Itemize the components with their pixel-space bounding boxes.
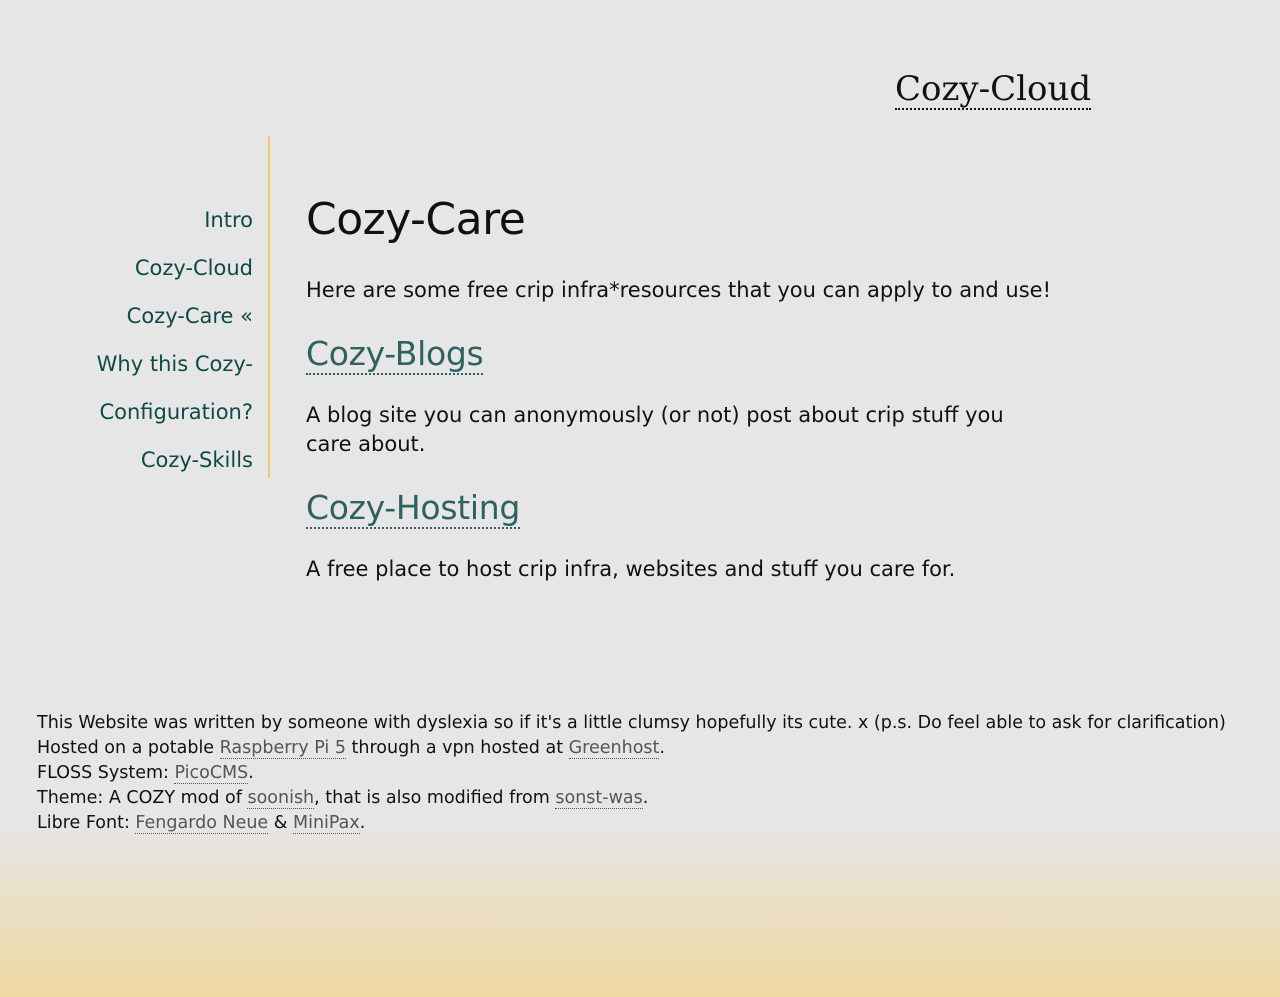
footer-theme-prefix: Theme: A COZY mod of — [37, 788, 248, 808]
site-title-link[interactable]: Cozy-Cloud — [895, 70, 1092, 110]
section-text-cozy-blogs: A blog site you can anonymously (or not)… — [306, 403, 1004, 456]
footer-hosting-suffix: . — [659, 738, 665, 758]
sidebar-list: Intro Cozy-Cloud Cozy-Care « Why this Co… — [0, 136, 268, 484]
section-heading-cozy-hosting: Cozy-Hosting — [306, 487, 1046, 529]
sidebar-nav: Intro Cozy-Cloud Cozy-Care « Why this Co… — [0, 136, 270, 478]
footer-font-middle: & — [268, 813, 293, 833]
footer-font-line: Libre Font: Fengardo Neue & MiniPax. — [37, 811, 1257, 836]
footer-theme-suffix: . — [642, 788, 649, 808]
footer-font-suffix: . — [359, 813, 366, 833]
picocms-link[interactable]: PicoCMS — [174, 763, 249, 784]
section-text-cozy-hosting: A free place to host crip infra, website… — [306, 557, 956, 581]
sidebar-item-cozy-skills[interactable]: Cozy-Skills — [0, 436, 253, 484]
footer-dyslexia-note: This Website was written by someone with… — [37, 713, 1226, 733]
cozy-hosting-link[interactable]: Cozy-Hosting — [306, 488, 520, 529]
footer-hosting-prefix: Hosted on a potable — [37, 738, 220, 758]
sidebar-item-cozy-care[interactable]: Cozy-Care « — [0, 292, 253, 340]
greenhost-link[interactable]: Greenhost — [568, 738, 660, 759]
footer-system-suffix: . — [248, 763, 254, 783]
footer-font-prefix: Libre Font: — [37, 813, 136, 833]
cozy-blogs-link[interactable]: Cozy-Blogs — [306, 334, 484, 375]
footer-theme-line: Theme: A COZY mod of soonish, that is al… — [37, 786, 1257, 811]
footer-hosting-middle: through a vpn hosted at — [345, 738, 569, 758]
sidebar-item-why-this-cozy[interactable]: Why this Cozy- — [0, 340, 253, 388]
sonst-was-link[interactable]: sonst-was — [555, 788, 643, 809]
footer-system-line: FLOSS System: PicoCMS. — [37, 761, 1257, 786]
section-heading-cozy-blogs: Cozy-Blogs — [306, 333, 1046, 375]
footer-hosting-line: Hosted on a potable Raspberry Pi 5 throu… — [37, 736, 1257, 761]
intro-text: Here are some free crip infra*resources … — [306, 278, 1052, 302]
sidebar-item-configuration[interactable]: Configuration? — [0, 388, 253, 436]
footer-theme-middle: , that is also modified from — [314, 788, 556, 808]
soonish-link[interactable]: soonish — [247, 788, 315, 809]
main-content: Cozy-Care Here are some free crip infra*… — [306, 190, 1052, 584]
footer-system-prefix: FLOSS System: — [37, 763, 175, 783]
sidebar-item-intro[interactable]: Intro — [0, 196, 253, 244]
page-title: Cozy-Care — [306, 194, 526, 245]
raspberry-pi-link[interactable]: Raspberry Pi 5 — [219, 738, 346, 759]
footer: This Website was written by someone with… — [37, 711, 1257, 836]
sidebar-item-cozy-cloud[interactable]: Cozy-Cloud — [0, 244, 253, 292]
minipax-link[interactable]: MiniPax — [292, 813, 360, 834]
fengardo-neue-link[interactable]: Fengardo Neue — [135, 813, 269, 834]
